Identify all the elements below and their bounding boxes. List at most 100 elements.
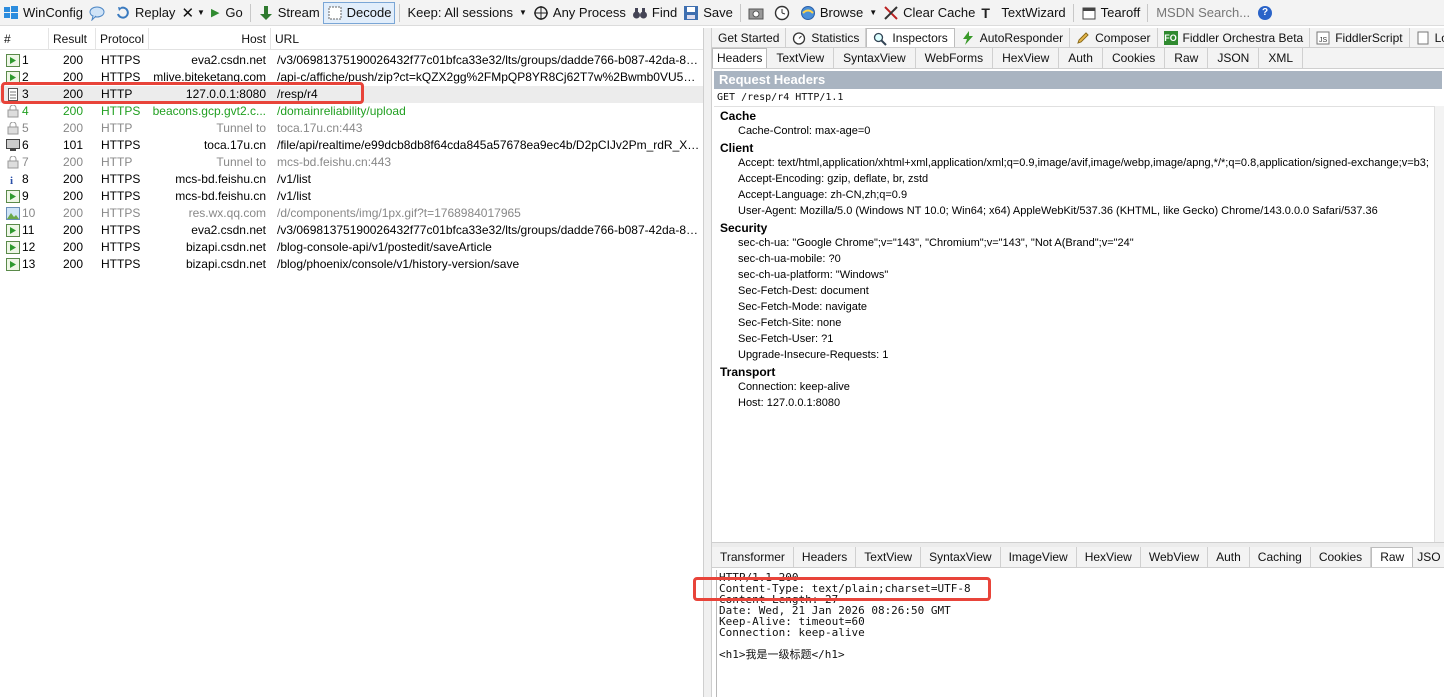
request-tab-raw[interactable]: Raw — [1165, 48, 1209, 68]
arrow-icon — [6, 241, 20, 254]
header-group-security[interactable]: Security — [720, 221, 767, 235]
request-tab-auth[interactable]: Auth — [1059, 48, 1103, 68]
response-tab-caching[interactable]: Caching — [1250, 547, 1311, 567]
table-row[interactable]: 7 200 HTTP Tunnel to mcs-bd.feishu.cn:443 — [0, 154, 703, 171]
header-line[interactable]: Accept: text/html,application/xhtml+xml,… — [738, 157, 1429, 169]
remove-sessions-button[interactable]: ✕ ▼ — [178, 2, 208, 24]
header-line[interactable]: Sec-Fetch-Mode: navigate — [738, 301, 867, 313]
header-line[interactable]: Upgrade-Insecure-Requests: 1 — [738, 349, 888, 361]
header-group-cache[interactable]: Cache — [720, 109, 756, 123]
col-number[interactable]: # — [0, 28, 49, 50]
request-tab-headers[interactable]: Headers — [712, 48, 768, 68]
request-tab-webforms[interactable]: WebForms — [916, 48, 994, 68]
request-tab-json[interactable]: JSON — [1208, 48, 1260, 68]
session-result: 101 — [62, 138, 84, 152]
col-host[interactable]: Host — [149, 28, 271, 50]
tab-get-started[interactable]: Get Started — [712, 28, 787, 47]
response-tab-imageview[interactable]: ImageView — [1001, 547, 1077, 567]
request-tab-hexview[interactable]: HexView — [993, 48, 1060, 68]
response-tab-webview[interactable]: WebView — [1141, 547, 1209, 567]
header-line[interactable]: User-Agent: Mozilla/5.0 (Windows NT 10.0… — [738, 205, 1378, 217]
session-result: 200 — [62, 240, 84, 254]
tab-inspectors[interactable]: Inspectors — [866, 28, 955, 47]
decode-label: Decode — [346, 5, 392, 20]
col-result[interactable]: Result — [49, 28, 96, 50]
table-row[interactable]: 4 200 HTTPS beacons.gcp.gvt2.c... /domainrel… — [0, 103, 703, 120]
header-line[interactable]: Connection: keep-alive — [738, 381, 850, 393]
response-tab-raw[interactable]: Raw — [1371, 547, 1414, 567]
header-group-client[interactable]: Client — [720, 141, 753, 155]
clear-cache-button[interactable]: Clear Cache — [880, 2, 978, 24]
keep-sessions-dropdown[interactable]: Keep: All sessions ▼ — [404, 2, 529, 24]
save-button[interactable]: Save — [680, 2, 736, 24]
table-row[interactable]: 13 200 HTTPS bizapi.csdn.net/blog/phoenix/c… — [0, 256, 703, 273]
tab-fiddler-orchestra[interactable]: FO Fiddler Orchestra Beta — [1158, 28, 1311, 47]
tearoff-button[interactable]: Tearoff — [1078, 2, 1144, 24]
header-line[interactable]: Sec-Fetch-Dest: document — [738, 285, 869, 297]
session-url: /file/api/realtime/e99dcb8db8f64cda845a5… — [277, 138, 701, 152]
header-line[interactable]: Accept-Encoding: gzip, deflate, br, zstd — [738, 173, 928, 185]
stream-button[interactable]: Stream — [255, 2, 323, 24]
comment-button[interactable] — [86, 2, 112, 24]
tab-autoresponder[interactable]: AutoResponder — [955, 28, 1071, 47]
headers-scrollbar[interactable] — [1434, 106, 1444, 546]
request-tab-xml[interactable]: XML — [1259, 48, 1304, 68]
response-tab-headers[interactable]: Headers — [794, 547, 857, 567]
help-icon[interactable]: ? — [1258, 5, 1273, 20]
table-row[interactable]: 5 200 HTTP Tunnel to toca.17u.cn:443 — [0, 120, 703, 137]
response-tab-syntaxview[interactable]: SyntaxView — [921, 547, 1001, 567]
request-tab-cookies[interactable]: Cookies — [1103, 48, 1166, 68]
header-line[interactable]: sec-ch-ua-platform: "Windows" — [738, 269, 888, 281]
textwizard-button[interactable]: T TextWizard — [978, 2, 1068, 24]
header-line[interactable]: Cache-Control: max-age=0 — [738, 125, 870, 137]
table-row[interactable]: 9 200 HTTPS mcs-bd.feishu.cn/v1/list — [0, 188, 703, 205]
any-process-button[interactable]: Any Process — [530, 2, 629, 24]
header-line[interactable]: Accept-Language: zh-CN,zh;q=0.9 — [738, 189, 907, 201]
response-tab-hexview[interactable]: HexView — [1077, 547, 1141, 567]
col-protocol[interactable]: Protocol — [96, 28, 149, 50]
browse-button[interactable]: Browse ▼ — [797, 2, 880, 24]
winconfig-button[interactable]: WinConfig — [0, 2, 86, 24]
tab-fiddlerscript[interactable]: JS FiddlerScript — [1310, 28, 1410, 47]
header-line[interactable]: sec-ch-ua-mobile: ?0 — [738, 253, 841, 265]
find-button[interactable]: Find — [629, 2, 680, 24]
screenshot-button[interactable] — [745, 2, 771, 24]
tab-composer[interactable]: Composer — [1070, 28, 1158, 47]
decode-button[interactable]: Decode — [322, 1, 396, 24]
stopwatch-icon — [792, 31, 806, 45]
msdn-search-input[interactable]: MSDN Search... — [1152, 5, 1254, 20]
arrow-icon — [6, 224, 20, 237]
session-result: 200 — [62, 257, 84, 271]
header-line[interactable]: Sec-Fetch-Site: none — [738, 317, 841, 329]
save-label: Save — [703, 5, 733, 20]
window-icon — [1081, 5, 1097, 21]
replay-button[interactable]: Replay — [112, 2, 178, 24]
request-tab-syntaxview[interactable]: SyntaxView — [834, 48, 916, 68]
col-url[interactable]: URL — [271, 28, 703, 50]
table-row[interactable]: 1 200 HTTPS eva2.csdn.net/v3/06981375190026… — [0, 52, 703, 69]
table-row[interactable]: i 8 200 HTTPS mcs-bd.feishu.cn/v1/list — [0, 171, 703, 188]
timer-button[interactable] — [771, 2, 797, 24]
lightning-icon — [961, 31, 975, 45]
session-number: 12 — [22, 240, 36, 254]
response-tab-auth[interactable]: Auth — [1208, 547, 1250, 567]
table-row[interactable]: 6 101 HTTPS toca.17u.cn/file/api/realtime/e… — [0, 137, 703, 154]
response-tab-textview[interactable]: TextView — [856, 547, 922, 567]
header-line[interactable]: Sec-Fetch-User: ?1 — [738, 333, 833, 345]
response-tab-transformer[interactable]: Transformer — [712, 547, 794, 567]
response-tab-cookies[interactable]: Cookies — [1311, 547, 1372, 567]
header-group-transport[interactable]: Transport — [720, 365, 775, 379]
tab-statistics[interactable]: Statistics — [786, 28, 867, 47]
session-result: 200 — [62, 223, 84, 237]
replay-label: Replay — [134, 5, 176, 20]
table-row[interactable]: 10 200 HTTPS res.wx.qq.com/d/components/img… — [0, 205, 703, 222]
pencil-icon — [1076, 31, 1090, 45]
response-tab-jso[interactable]: JSO — [1413, 547, 1444, 567]
table-row[interactable]: 12 200 HTTPS bizapi.csdn.net/blog-console-a… — [0, 239, 703, 256]
header-line[interactable]: sec-ch-ua: "Google Chrome";v="143", "Chr… — [738, 237, 1134, 249]
header-line[interactable]: Host: 127.0.0.1:8080 — [738, 397, 840, 409]
request-tab-textview[interactable]: TextView — [767, 48, 835, 68]
table-row[interactable]: 11 200 HTTPS eva2.csdn.net/v3/0698137519002… — [0, 222, 703, 239]
tab-log[interactable]: Log — [1410, 28, 1444, 47]
go-button[interactable]: ▶ Go — [208, 2, 246, 24]
